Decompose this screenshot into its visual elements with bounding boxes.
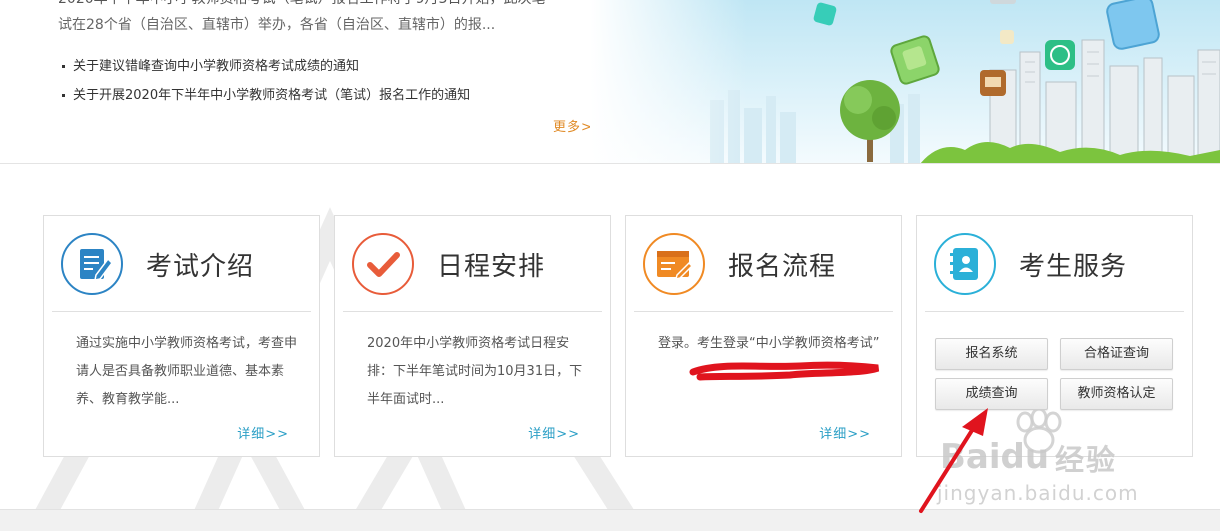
address-book-icon: [934, 233, 996, 295]
card-title: 报名流程: [728, 252, 837, 282]
watermark-url: jingyan.baidu.com: [937, 481, 1139, 505]
news-section: 2020年下半年中小学教师资格考试（笔试）报名工作将于9月3日开始，此次笔 试在…: [0, 0, 1220, 164]
card-description: 2020年中小学教师资格考试日程安排：下半年笔试时间为10月31日，下半年面试时…: [367, 336, 583, 407]
card-schedule: 日程安排 2020年中小学教师资格考试日程安排：下半年笔试时间为10月31日，下…: [334, 215, 611, 457]
news-intro: 试在28个省（自治区、直辖市）举办，各省（自治区、直辖市）的报...: [58, 17, 496, 33]
news-item[interactable]: 关于建议错峰查询中小学教师资格考试成绩的通知: [60, 58, 470, 87]
watermark-text: 经验: [1055, 443, 1118, 477]
certificate-query-button[interactable]: 合格证查询: [1060, 338, 1173, 370]
card-header: 考试介绍: [52, 216, 311, 312]
card-header: 报名流程: [634, 216, 893, 312]
detail-link[interactable]: 详细>>: [819, 423, 871, 442]
card-header: 考生服务: [925, 216, 1184, 312]
footer-strip: [0, 509, 1220, 531]
card-exam-intro: 考试介绍 通过实施中小学教师资格考试，考查申请人是否具备教师职业道德、基本素养、…: [43, 215, 320, 457]
detail-link[interactable]: 详细>>: [237, 423, 289, 442]
card-header: 日程安排: [343, 216, 602, 312]
registration-system-button[interactable]: 报名系统: [935, 338, 1048, 370]
card-title: 考试介绍: [146, 252, 255, 282]
registration-form-icon: [643, 233, 705, 295]
news-intro-cut-line: 2020年下半年中小学教师资格考试（笔试）报名工作将于9月3日开始，此次笔: [58, 0, 545, 8]
score-query-button[interactable]: 成绩查询: [935, 378, 1048, 410]
teacher-qualification-button[interactable]: 教师资格认定: [1060, 378, 1173, 410]
news-item[interactable]: 关于开展2020年下半年中小学教师资格考试（笔试）报名工作的通知: [60, 87, 470, 116]
detail-link[interactable]: 详细>>: [528, 423, 580, 442]
checkmark-icon: [352, 233, 414, 295]
document-edit-icon: [61, 233, 123, 295]
card-title: 日程安排: [437, 252, 546, 282]
news-list: 关于建议错峰查询中小学教师资格考试成绩的通知 关于开展2020年下半年中小学教师…: [60, 58, 470, 116]
card-title: 考生服务: [1019, 252, 1128, 282]
city-hero-illustration: [590, 0, 1220, 163]
card-description: 通过实施中小学教师资格考试，考查申请人是否具备教师职业道德、基本素养、教育教学能…: [76, 336, 298, 407]
card-candidate-services: 考生服务 报名系统 合格证查询 成绩查询 教师资格认定: [916, 215, 1193, 457]
card-description: 登录。考生登录“中小学教师资格考试”: [658, 336, 880, 351]
card-registration-process: 报名流程 登录。考生登录“中小学教师资格考试” 详细>>: [625, 215, 902, 457]
